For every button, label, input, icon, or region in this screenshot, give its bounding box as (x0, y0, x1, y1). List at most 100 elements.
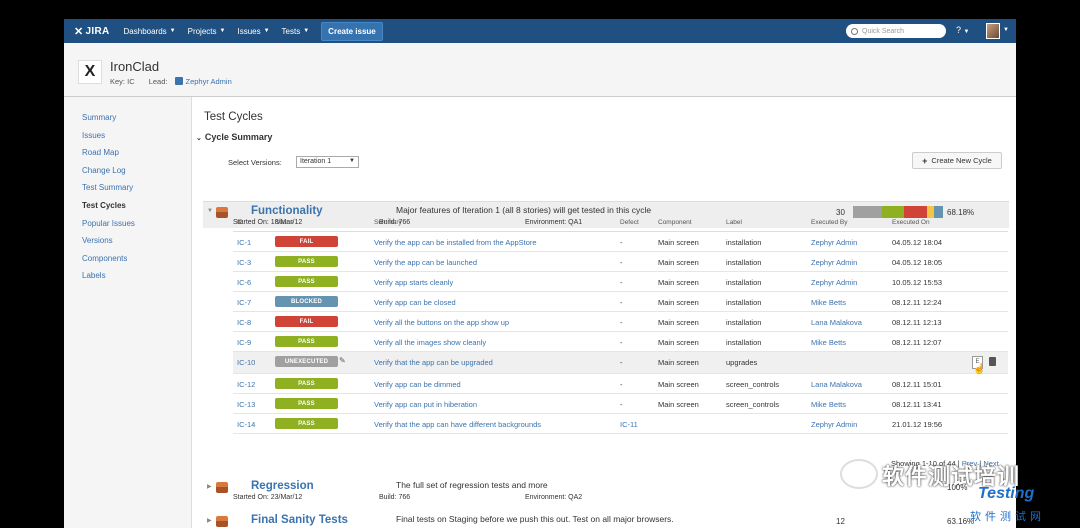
cell-summary[interactable]: Verify that the app can be upgraded (374, 358, 493, 367)
status-badge[interactable]: PASS (275, 276, 338, 287)
column-header-executed-on[interactable]: Executed On (892, 219, 930, 226)
cell-defect: - (620, 400, 623, 409)
cell-on: 04.05.12 18:05 (892, 258, 943, 267)
cell-id[interactable]: IC-14 (237, 420, 255, 429)
sidebar-item-versions[interactable]: Versions (82, 236, 113, 245)
cell-defect: - (620, 298, 623, 307)
cell-on: 08.12.11 12:07 (892, 338, 942, 347)
table-row: IC-7 BLOCKED Verify app can be closed - Main… (233, 292, 1008, 312)
user-avatar[interactable] (986, 23, 1000, 39)
cell-by[interactable]: Mike Betts (811, 338, 846, 347)
select-versions-value: Iteration 1 (300, 158, 332, 165)
cell-by[interactable]: Mike Betts (811, 400, 846, 409)
cell-id[interactable]: IC-1 (237, 238, 251, 247)
select-versions-dropdown[interactable]: Iteration 1 ▼ (296, 156, 359, 168)
cell-component: Main screen (658, 238, 699, 247)
column-header-component[interactable]: Component (658, 219, 692, 226)
sidebar-item-components[interactable]: Components (82, 254, 127, 263)
sidebar-item-labels[interactable]: Labels (82, 271, 106, 280)
sidebar-item-road-map[interactable]: Road Map (82, 148, 119, 157)
table-row: IC-1 FAIL Verify the app can be installed … (233, 232, 1008, 252)
cell-id[interactable]: IC-7 (237, 298, 251, 307)
sidebar-item-test-summary[interactable]: Test Summary (82, 183, 133, 192)
watermark: 软件测试培训 Testing 软件测试网 (840, 455, 1080, 528)
cycle-name[interactable]: Final Sanity Tests (251, 514, 348, 526)
cell-summary[interactable]: Verify all the images show cleanly (374, 338, 486, 347)
sidebar-item-test-cycles[interactable]: Test Cycles (82, 201, 126, 210)
column-header-label[interactable]: Label (726, 219, 742, 226)
cell-defect: - (620, 380, 623, 389)
cell-summary[interactable]: Verify app starts cleanly (374, 278, 453, 287)
cycle-summary-toggle[interactable]: ⌄ Cycle Summary (196, 132, 272, 142)
chat-bubble-icon (840, 459, 878, 489)
cell-id[interactable]: IC-8 (237, 318, 251, 327)
watermark-brand: Testing (978, 485, 1035, 502)
cell-summary[interactable]: Verify the app can be launched (374, 258, 477, 267)
create-new-cycle-button[interactable]: + Create New Cycle (912, 152, 1002, 169)
cell-component: Main screen (658, 358, 699, 367)
nav-projects[interactable]: Projects ▼ (188, 27, 226, 36)
status-badge[interactable]: BLOCKED (275, 296, 338, 307)
sidebar-item-summary[interactable]: Summary (82, 113, 116, 122)
jira-logo[interactable]: ✕ JIRA (74, 25, 110, 38)
sidebar-item-issues[interactable]: Issues (82, 131, 105, 140)
cell-summary[interactable]: Verify the app can be installed from the… (374, 238, 537, 247)
cycle-started-on: Started On: 23/Mar/12 (233, 494, 303, 501)
expand-icon[interactable]: ▶ (207, 517, 212, 524)
chevron-down-icon[interactable]: ▼ (1003, 27, 1009, 33)
cell-defect[interactable]: IC-11 (620, 420, 638, 429)
collapse-icon[interactable]: ▼ (207, 208, 213, 214)
nav-tests[interactable]: Tests ▼ (282, 27, 310, 36)
column-header-summary[interactable]: Summary (374, 219, 402, 226)
status-badge[interactable]: PASS (275, 256, 338, 267)
project-lead-link[interactable]: Zephyr Admin (185, 77, 231, 86)
cell-by[interactable]: Zephyr Admin (811, 238, 857, 247)
cycle-name[interactable]: Regression (251, 480, 314, 492)
chevron-down-icon: ▼ (349, 158, 355, 164)
column-header-status[interactable]: Status (275, 219, 293, 226)
cell-id[interactable]: IC-3 (237, 258, 251, 267)
cell-id[interactable]: IC-9 (237, 338, 251, 347)
cell-by[interactable]: Zephyr Admin (811, 258, 857, 267)
cycle-icon (216, 207, 228, 218)
cell-summary[interactable]: Verify app can be dimmed (374, 380, 461, 389)
cell-summary[interactable]: Verify app can be closed (374, 298, 456, 307)
status-badge[interactable]: PASS (275, 398, 338, 409)
create-issue-button[interactable]: Create issue (321, 21, 383, 41)
project-name[interactable]: IronClad (110, 59, 159, 74)
sidebar-item-change-log[interactable]: Change Log (82, 166, 126, 175)
column-header-defect[interactable]: Defect (620, 219, 639, 226)
help-icon[interactable]: ? ▼ (956, 25, 969, 35)
sidebar-item-popular-issues[interactable]: Popular Issues (82, 219, 135, 228)
project-header: X IronClad Key: IC Lead: Zephyr Admin (64, 43, 1016, 97)
status-badge[interactable]: FAIL (275, 236, 338, 247)
column-header-id[interactable]: ID (237, 219, 244, 226)
cell-by[interactable]: Zephyr Admin (811, 420, 857, 429)
expand-icon[interactable]: ▶ (207, 483, 212, 490)
table-row: IC-3 PASS Verify the app can be launched - M… (233, 252, 1008, 272)
quick-search-input[interactable]: Quick Search (846, 24, 946, 38)
cell-by[interactable]: Lana Malakova (811, 318, 862, 327)
status-badge[interactable]: UNEXECUTED (275, 356, 338, 367)
status-badge[interactable]: FAIL (275, 316, 338, 327)
column-header-executed-by[interactable]: Executed By (811, 219, 848, 226)
cell-summary[interactable]: Verify app can put in hiberation (374, 400, 477, 409)
status-badge[interactable]: PASS (275, 336, 338, 347)
cell-id[interactable]: IC-13 (237, 400, 255, 409)
trash-icon[interactable] (989, 357, 996, 366)
cell-by[interactable]: Zephyr Admin (811, 278, 857, 287)
cell-id[interactable]: IC-6 (237, 278, 251, 287)
cell-defect: - (620, 238, 623, 247)
status-badge[interactable]: PASS (275, 378, 338, 389)
cell-id[interactable]: IC-12 (237, 380, 255, 389)
nav-dashboards[interactable]: Dashboards ▼ (124, 27, 176, 36)
cell-by[interactable]: Mike Betts (811, 298, 846, 307)
cell-id[interactable]: IC-10 (237, 358, 255, 367)
pencil-icon[interactable]: ✎ (339, 356, 346, 365)
cell-by[interactable]: Lana Malakova (811, 380, 862, 389)
cell-summary[interactable]: Verify that the app can have different b… (374, 420, 541, 429)
status-badge[interactable]: PASS (275, 418, 338, 429)
project-logo-icon: X (78, 60, 102, 84)
cell-summary[interactable]: Verify all the buttons on the app show u… (374, 318, 509, 327)
nav-issues[interactable]: Issues ▼ (237, 27, 269, 36)
